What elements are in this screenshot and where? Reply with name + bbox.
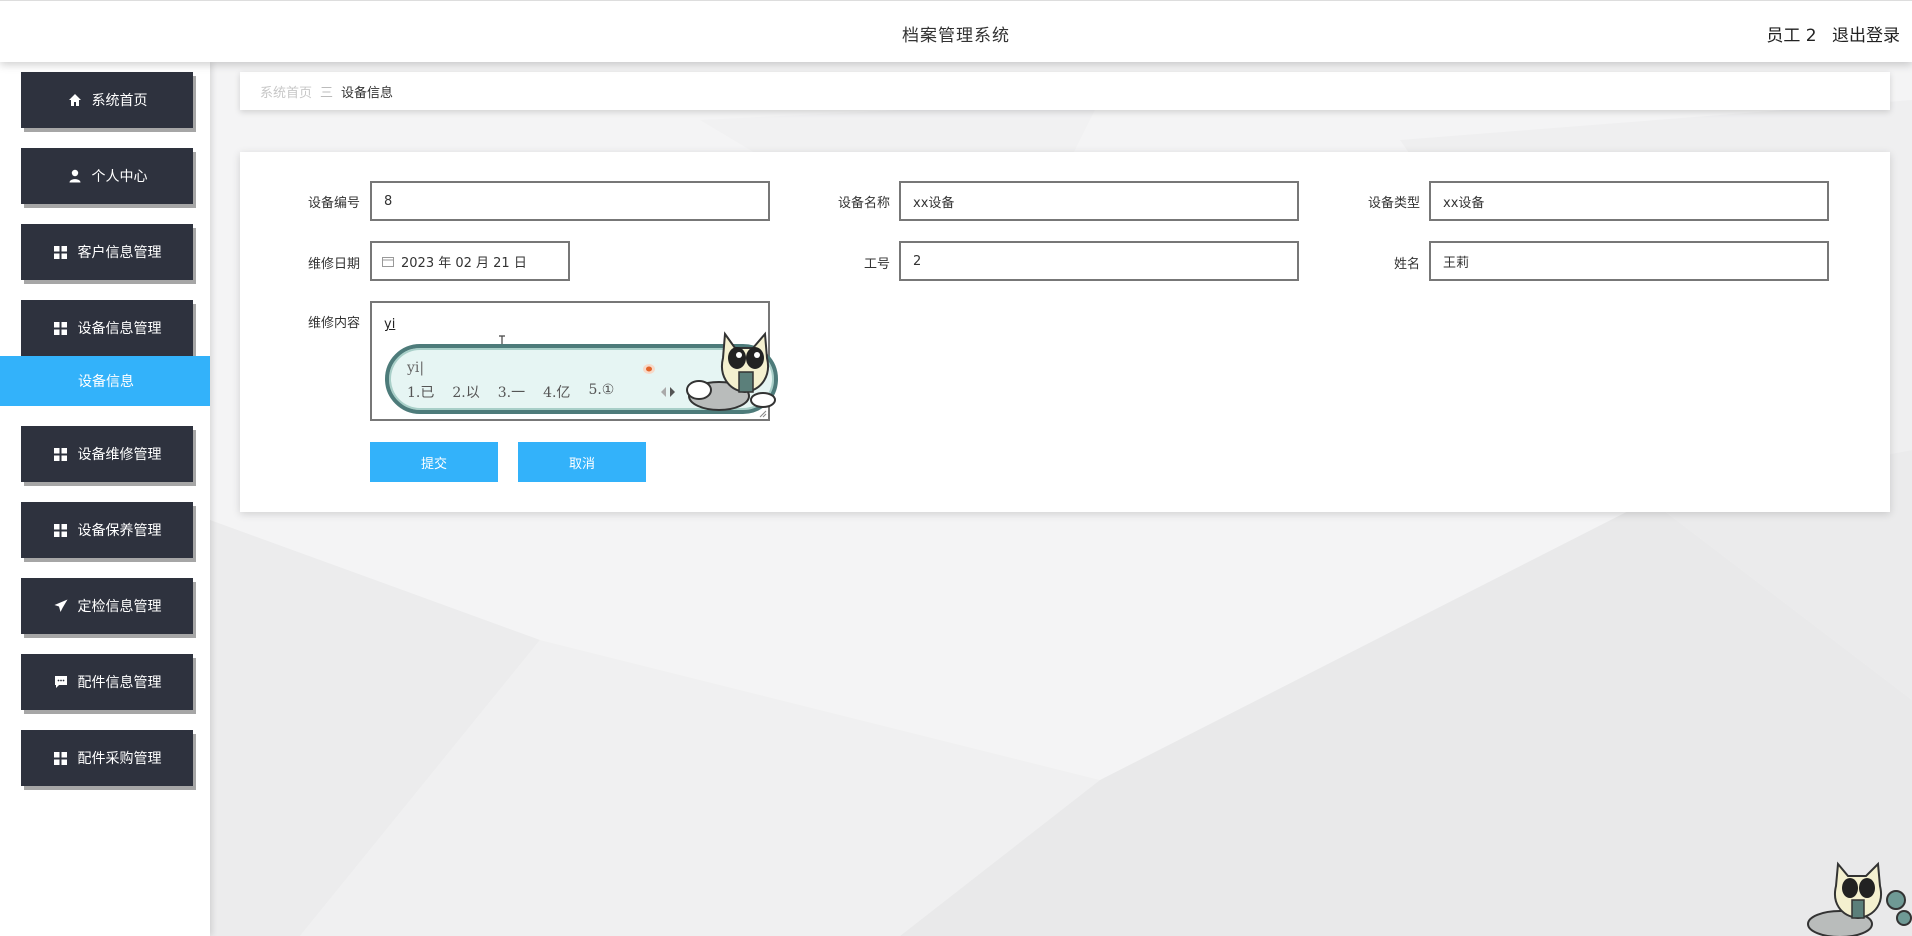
sidebar-item-parts-info[interactable]: 配件信息管理 xyxy=(21,654,193,710)
breadcrumb-home[interactable]: 系统首页 xyxy=(260,82,312,101)
device-form-card: 设备编号 设备名称 设备类型 维修日期 2023 年 02 月 21 日 工号 … xyxy=(240,152,1890,512)
ime-candidate[interactable]: 2.以 xyxy=(452,382,479,402)
user-name: 员工 2 xyxy=(1766,26,1817,46)
device-type-input[interactable] xyxy=(1429,181,1829,221)
repair-content-text: yi xyxy=(384,317,396,332)
repair-content-label: 维修内容 xyxy=(307,316,360,331)
paper-plane-icon xyxy=(53,598,69,614)
device-type-label: 设备类型 xyxy=(1367,196,1420,211)
chat-icon xyxy=(53,674,69,690)
submenu-item-device-info[interactable]: 设备信息 xyxy=(0,356,210,406)
ime-candidate[interactable]: 5.① xyxy=(588,382,614,402)
grid-icon xyxy=(53,522,69,538)
sidebar-item-label: 客户信息管理 xyxy=(77,245,162,261)
user-icon xyxy=(67,168,83,184)
sidebar-item-label: 设备信息管理 xyxy=(77,321,162,337)
sidebar-item-label: 配件信息管理 xyxy=(77,675,162,691)
sidebar-item-label: 设备维修管理 xyxy=(77,447,162,463)
sidebar-item-device-repair[interactable]: 设备维修管理 xyxy=(21,426,193,482)
name-input[interactable] xyxy=(1429,241,1829,281)
top-header: 档案管理系统 员工 2 退出登录 xyxy=(0,0,1912,62)
ime-candidate-window: yi| 1.已 2.以 3.一 4.亿 5.① xyxy=(385,331,778,414)
sidebar-item-customer-info[interactable]: 客户信息管理 xyxy=(21,224,193,280)
grid-icon xyxy=(53,244,69,260)
sidebar-item-parts-purchase[interactable]: 配件采购管理 xyxy=(21,730,193,786)
repair-date-value: 2023 年 02 月 21 日 xyxy=(401,255,527,271)
sidebar-item-inspection-info[interactable]: 定检信息管理 xyxy=(21,578,193,634)
worker-no-input[interactable] xyxy=(899,241,1299,281)
device-no-label: 设备编号 xyxy=(307,196,360,211)
home-icon xyxy=(67,92,83,108)
sidebar: 系统首页 个人中心 客户信息管理 设备信息管理 设备信息 设备维修管理 设备保养… xyxy=(0,62,210,936)
sidebar-item-home[interactable]: 系统首页 xyxy=(21,72,193,128)
sidebar-item-label: 定检信息管理 xyxy=(77,599,162,615)
ime-page-arrows-icon[interactable] xyxy=(659,386,677,398)
sidebar-item-label: 配件采购管理 xyxy=(77,751,162,767)
worker-no-label: 工号 xyxy=(863,257,890,272)
ime-composition: yi| xyxy=(407,360,425,376)
sidebar-item-device-info[interactable]: 设备信息管理 xyxy=(21,300,193,356)
breadcrumb-separator: 三 xyxy=(320,85,334,101)
calendar-icon xyxy=(382,256,394,267)
sidebar-item-label: 设备保养管理 xyxy=(77,523,162,539)
ime-emoji-icon[interactable] xyxy=(642,362,656,376)
ime-candidate-list: 1.已 2.以 3.一 4.亿 5.① xyxy=(407,382,632,402)
repair-date-picker[interactable]: 2023 年 02 月 21 日 xyxy=(370,241,570,281)
device-no-input[interactable] xyxy=(370,181,770,221)
ime-mascot-icon xyxy=(686,331,776,411)
breadcrumb: 系统首页 三 设备信息 xyxy=(240,72,1890,110)
grid-icon xyxy=(53,320,69,336)
sidebar-item-device-maintenance[interactable]: 设备保养管理 xyxy=(21,502,193,558)
grid-icon xyxy=(53,446,69,462)
name-label: 姓名 xyxy=(1393,257,1420,272)
breadcrumb-current: 设备信息 xyxy=(341,85,394,101)
device-name-input[interactable] xyxy=(899,181,1299,221)
logout-link[interactable]: 退出登录 xyxy=(1832,26,1900,46)
user-area: 员工 2 退出登录 xyxy=(1756,21,1900,46)
ime-candidate[interactable]: 4.亿 xyxy=(543,382,570,402)
cancel-button[interactable]: 取消 xyxy=(518,442,646,482)
sidebar-item-label: 个人中心 xyxy=(91,169,148,185)
sidebar-item-label: 系统首页 xyxy=(91,93,148,109)
app-title: 档案管理系统 xyxy=(902,26,1010,46)
ime-candidate[interactable]: 3.一 xyxy=(498,382,525,402)
sidebar-item-personal-center[interactable]: 个人中心 xyxy=(21,148,193,204)
grid-icon xyxy=(53,750,69,766)
repair-date-label: 维修日期 xyxy=(307,257,360,272)
ime-candidate[interactable]: 1.已 xyxy=(407,382,434,402)
submit-button[interactable]: 提交 xyxy=(370,442,498,482)
device-name-label: 设备名称 xyxy=(837,196,890,211)
corner-mascot-icon xyxy=(1807,861,1912,936)
